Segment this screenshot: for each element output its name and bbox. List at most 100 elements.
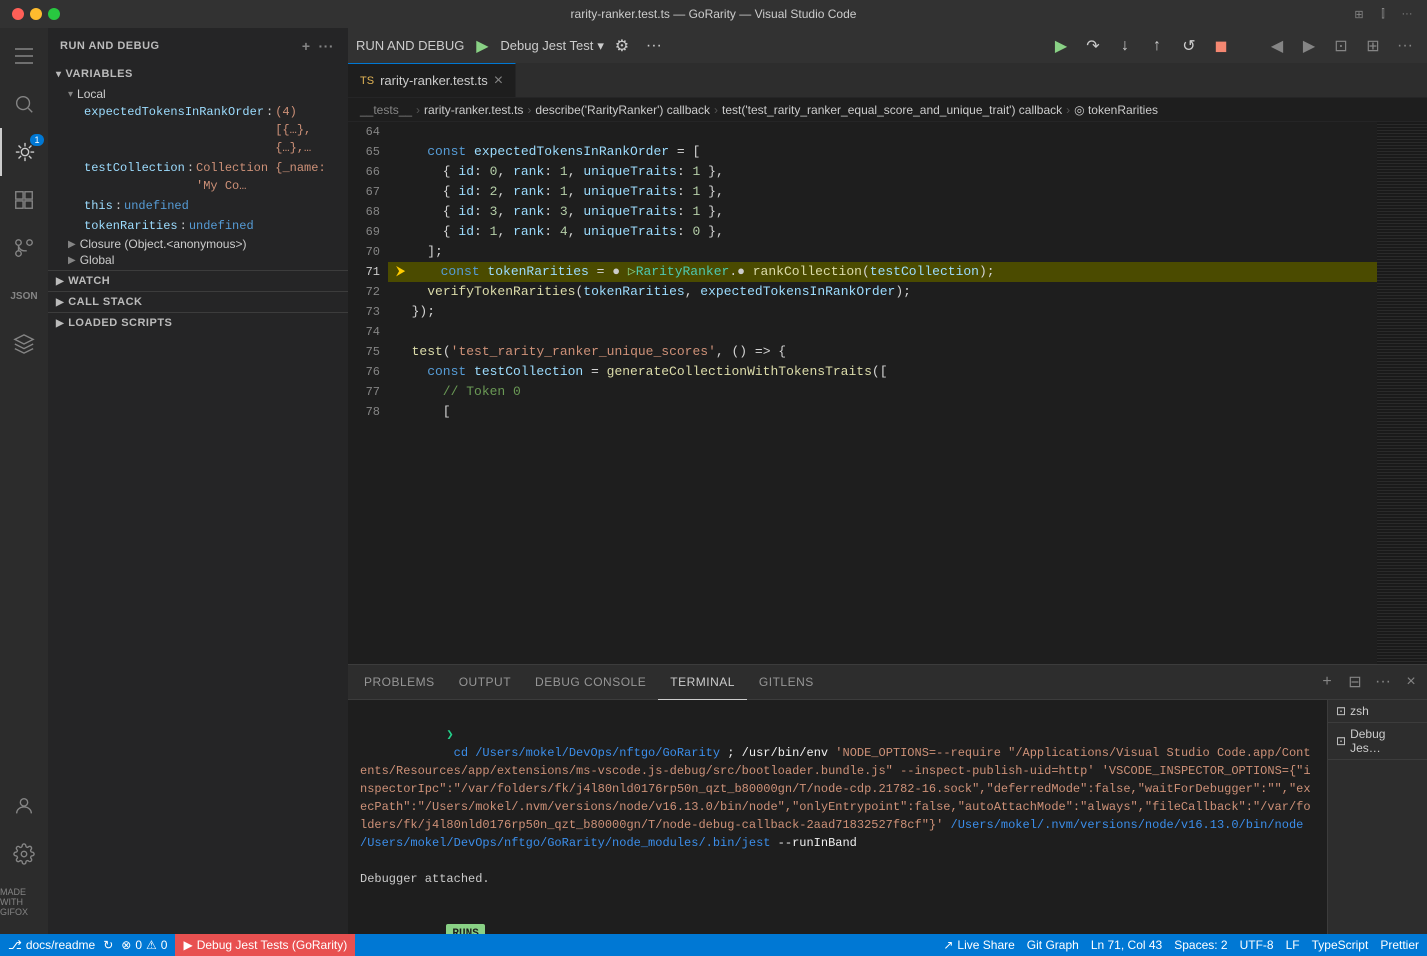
code-line-75: test('test_rarity_ranker_unique_scores',… [388, 342, 1377, 362]
status-eol[interactable]: LF [1286, 938, 1300, 952]
status-sync[interactable]: ↻ [103, 938, 113, 952]
tab-problems[interactable]: PROBLEMS [352, 665, 447, 700]
layout-icon[interactable]: ⊞ [1351, 6, 1367, 22]
tab-output[interactable]: OUTPUT [447, 665, 523, 700]
status-encoding[interactable]: UTF-8 [1240, 938, 1274, 952]
status-live-share[interactable]: ↗ Live Share [943, 938, 1014, 952]
warning-count: 0 [161, 938, 168, 952]
cursor-position: Ln 71, Col 43 [1091, 938, 1162, 952]
breadcrumb-tests[interactable]: __tests__ [360, 103, 412, 117]
stop-btn[interactable]: ◼ [1207, 32, 1235, 60]
panel-more-btn[interactable]: ··· [1371, 670, 1395, 694]
config-label: Debug Jest Test ▾ [500, 38, 604, 54]
git-graph-label: Git Graph [1027, 938, 1079, 952]
minimize-button[interactable] [30, 8, 42, 20]
status-formatter[interactable]: Prettier [1380, 938, 1419, 952]
activity-settings[interactable] [0, 830, 48, 878]
sync-icon: ↻ [103, 938, 113, 952]
panel-tabs: PROBLEMS OUTPUT DEBUG CONSOLE TERMINAL G… [348, 665, 1427, 700]
var-item-expected: expectedTokensInRankOrder : (4) [{…}, {…… [48, 102, 348, 158]
step-out-btn[interactable]: ↑ [1143, 32, 1171, 60]
variables-content: ▾ Local expectedTokensInRankOrder : (4) … [48, 84, 348, 270]
callstack-section: ▶ CALL STACK [48, 291, 348, 312]
breadcrumb-test[interactable]: test('test_rarity_ranker_equal_score_and… [722, 103, 1062, 117]
breadcrumb-token[interactable]: ◎ tokenRarities [1074, 103, 1158, 117]
activity-account[interactable] [0, 782, 48, 830]
loaded-scripts-section-header[interactable]: ▶ LOADED SCRIPTS [48, 313, 348, 333]
play-btn[interactable]: ▶ [1047, 32, 1075, 60]
step-over-btn[interactable]: ↷ [1079, 32, 1107, 60]
line-numbers: 64 65 66 67 68 69 70 71 72 73 74 75 76 7… [348, 122, 388, 664]
local-group[interactable]: ▾ Local [48, 86, 348, 102]
status-branch[interactable]: ⎇ docs/readme [8, 938, 95, 952]
step-into-btn[interactable]: ↓ [1111, 32, 1139, 60]
code-line-68: { id: 3, rank: 3, uniqueTraits: 1 }, [388, 202, 1377, 222]
closure-group[interactable]: ▶ Closure (Object.<anonymous>) [48, 236, 348, 252]
tab-terminal[interactable]: TERMINAL [658, 665, 747, 700]
split-terminal-btn[interactable]: ⊟ [1343, 670, 1367, 694]
error-count: 0 [135, 938, 142, 952]
tab-close-button[interactable]: × [494, 73, 503, 89]
split-btn[interactable]: ⊡ [1327, 32, 1355, 60]
maximize-button[interactable] [48, 8, 60, 20]
more-icon[interactable]: ··· [1399, 6, 1415, 22]
layout-btn[interactable]: ⊞ [1359, 32, 1387, 60]
breadcrumb-file[interactable]: rarity-ranker.test.ts [424, 103, 523, 117]
split-icon[interactable]: ⫿ [1375, 6, 1391, 22]
status-spaces[interactable]: Spaces: 2 [1174, 938, 1227, 952]
breadcrumb-describe[interactable]: describe('RarityRanker') callback [535, 103, 710, 117]
line-num-64: 64 [348, 122, 380, 142]
breadcrumb: __tests__ › rarity-ranker.test.ts › desc… [348, 98, 1427, 122]
activity-git[interactable] [0, 224, 48, 272]
tab-rarity-ranker[interactable]: TS rarity-ranker.test.ts × [348, 63, 516, 97]
status-position[interactable]: Ln 71, Col 43 [1091, 938, 1162, 952]
close-button[interactable] [12, 8, 24, 20]
activity-search[interactable] [0, 80, 48, 128]
callstack-section-header[interactable]: ▶ CALL STACK [48, 292, 348, 312]
variables-section-header[interactable]: ▾ VARIABLES [48, 64, 348, 84]
tab-debug-console[interactable]: DEBUG CONSOLE [523, 665, 658, 700]
restart-btn[interactable]: ↺ [1175, 32, 1203, 60]
loaded-scripts-section: ▶ LOADED SCRIPTS [48, 312, 348, 333]
go-back-btn[interactable]: ◀ [1263, 32, 1291, 60]
line-num-78: 78 [348, 402, 380, 422]
more-button[interactable]: ··· [640, 32, 668, 60]
window-controls[interactable] [12, 8, 60, 20]
terminal-sidebar: ⊡ zsh ⊡ Debug Jes… [1327, 700, 1427, 934]
status-git-graph[interactable]: Git Graph [1027, 938, 1079, 952]
panel-close-btn[interactable]: × [1399, 670, 1423, 694]
activity-extensions[interactable] [0, 176, 48, 224]
activity-explorer[interactable] [0, 32, 48, 80]
line-num-68: 68 [348, 202, 380, 222]
line-num-72: 72 [348, 282, 380, 302]
editor-content[interactable]: 64 65 66 67 68 69 70 71 72 73 74 75 76 7… [348, 122, 1427, 664]
new-terminal-btn[interactable]: + [1315, 670, 1339, 694]
activity-json[interactable]: JSON [0, 272, 48, 320]
activity-debug[interactable]: 1 [0, 128, 48, 176]
activity-gitlens[interactable] [0, 320, 48, 368]
status-language[interactable]: TypeScript [1312, 938, 1369, 952]
tab-gitlens[interactable]: GITLENS [747, 665, 826, 700]
sidebar-header-icons: + ··· [300, 36, 336, 56]
global-group[interactable]: ▶ Global [48, 252, 348, 268]
terminal-instance-zsh[interactable]: ⊡ zsh [1328, 700, 1427, 723]
status-debug[interactable]: ▶ Debug Jest Tests (GoRarity) [175, 934, 355, 956]
terminal-instance-debug[interactable]: ⊡ Debug Jes… [1328, 723, 1427, 760]
go-forward-btn[interactable]: ▶ [1295, 32, 1323, 60]
settings-button[interactable]: ⚙ [608, 32, 636, 60]
ellipsis-icon[interactable]: ··· [317, 36, 337, 56]
liveshare-label: Live Share [957, 938, 1014, 952]
continue-button[interactable]: ▶ [468, 32, 496, 60]
line-num-73: 73 [348, 302, 380, 322]
line-num-69: 69 [348, 222, 380, 242]
new-watch-icon[interactable]: + [300, 36, 313, 56]
tab-bar: TS rarity-ranker.test.ts × [348, 63, 1427, 98]
code-line-76: const testCollection = generateCollectio… [388, 362, 1377, 382]
status-errors[interactable]: ⊗ 0 ⚠ 0 [121, 938, 167, 952]
terminal-debug-icon: ⊡ [1336, 734, 1346, 748]
more-btn2[interactable]: ··· [1391, 32, 1419, 60]
watch-section-header[interactable]: ▶ WATCH [48, 271, 348, 291]
terminal-content[interactable]: ❯ cd /Users/mokel/DevOps/nftgo/GoRarity … [348, 700, 1327, 934]
git-branch-icon: ⎇ [8, 938, 22, 952]
code-area[interactable]: const expectedTokensInRankOrder = [ { id… [388, 122, 1377, 664]
